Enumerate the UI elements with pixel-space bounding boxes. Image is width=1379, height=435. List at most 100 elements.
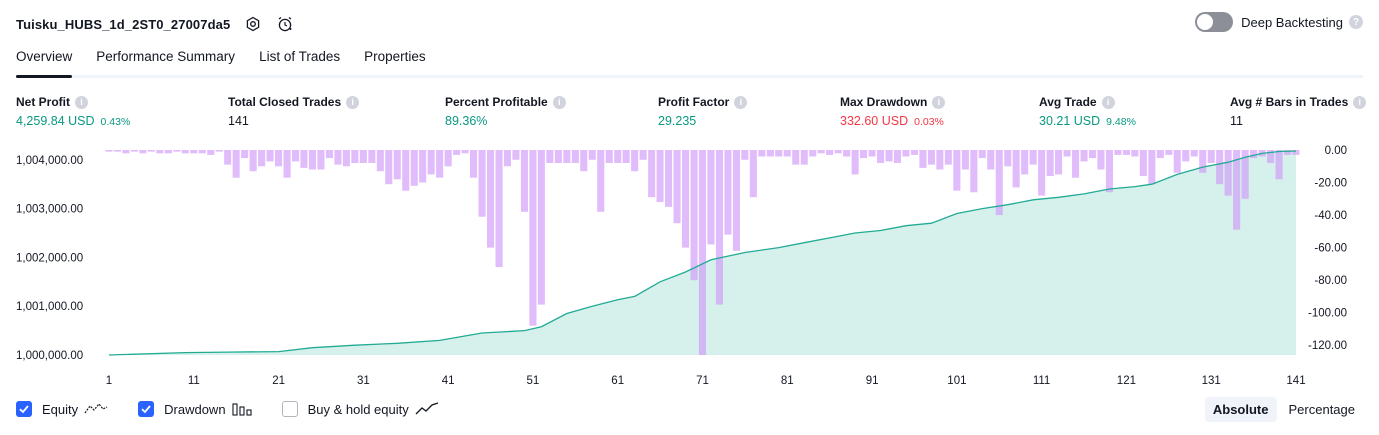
drawdown-bar [1233, 150, 1241, 230]
x-axis-tick-label: 51 [527, 375, 540, 387]
drawdown-bar [749, 150, 757, 198]
drawdown-bar [766, 150, 774, 157]
drawdown-bar [461, 150, 469, 154]
x-axis-tick-label: 111 [1033, 375, 1050, 387]
drawdown-bar [910, 150, 918, 155]
legend-drawdown[interactable]: Drawdown [138, 401, 252, 417]
drawdown-bar [792, 150, 800, 165]
drawdown-bar [122, 150, 130, 154]
drawdown-bar [113, 150, 121, 152]
drawdown-bar [1207, 150, 1215, 163]
drawdown-bar [190, 150, 198, 154]
drawdown-bar [1021, 150, 1029, 175]
drawdown-bar [1004, 150, 1012, 167]
drawdown-bar [1055, 150, 1063, 175]
equity-drawdown-chart: 1,004,000.00 1,003,000.00 1,002,000.00 1,00… [16, 145, 1347, 387]
x-axis-tick-label: 91 [866, 375, 879, 387]
legend-equity-label: Equity [42, 401, 79, 417]
drawdown-bar [1080, 150, 1088, 162]
drawdown-bar [902, 150, 910, 157]
equity-checkbox[interactable] [16, 401, 32, 417]
right-axis-tick-label: -100.00 [1308, 308, 1347, 320]
percentage-button[interactable]: Percentage [1281, 397, 1364, 422]
scale-switch: Absolute Percentage [1201, 397, 1363, 422]
drawdown-bar [1131, 150, 1139, 157]
legend-equity[interactable]: Equity [16, 401, 108, 417]
drawdown-bar [139, 150, 147, 154]
drawdown-bar [665, 150, 673, 207]
drawdown-bar [173, 150, 181, 152]
drawdown-bar [741, 150, 749, 160]
drawdown-bar [1063, 150, 1071, 157]
drawdown-checkbox[interactable] [138, 401, 155, 417]
x-axis-tick-label: 41 [442, 375, 455, 387]
drawdown-bar [563, 150, 571, 163]
drawdown-bar [622, 150, 630, 163]
drawdown-bar [334, 150, 342, 165]
drawdown-bar [826, 150, 834, 155]
x-axis-tick-label: 1 [106, 375, 112, 387]
x-axis-tick-label: 11 [188, 375, 200, 387]
right-axis-tick-label: -80.00 [1314, 275, 1347, 287]
drawdown-bar [554, 150, 562, 163]
legend-buy-hold[interactable]: Buy & hold equity [281, 401, 439, 417]
drawdown-bar [656, 150, 664, 203]
drawdown-bar [266, 150, 274, 162]
drawdown-bar [393, 150, 401, 180]
buy-hold-checkbox[interactable] [281, 401, 298, 417]
right-axis-tick-label: 0.00 [1325, 145, 1347, 157]
left-axis-tick-label: 1,003,000.00 [16, 204, 83, 216]
x-axis-tick-label: 131 [1202, 375, 1221, 387]
drawdown-bar [1156, 150, 1164, 159]
absolute-button[interactable]: Absolute [1204, 397, 1277, 422]
drawdown-bar [224, 150, 232, 165]
drawdown-bar [385, 150, 393, 185]
drawdown-bar [275, 150, 283, 167]
drawdown-bar [1046, 150, 1054, 176]
right-axis-tick-label: -20.00 [1314, 178, 1347, 190]
drawdown-bars-icon [232, 402, 252, 416]
drawdown-bar [156, 150, 164, 154]
drawdown-bar [232, 150, 240, 178]
drawdown-bar [936, 150, 944, 170]
drawdown-bar [512, 150, 520, 160]
legend-drawdown-label: Drawdown [164, 401, 226, 417]
drawdown-bar [885, 150, 893, 162]
right-axis-tick-label: -120.00 [1308, 340, 1347, 352]
drawdown-bar [758, 150, 766, 157]
drawdown-bar [639, 150, 647, 160]
left-axis-tick-label: 1,004,000.00 [16, 155, 83, 167]
drawdown-bar [1122, 150, 1130, 155]
drawdown-bar [308, 150, 316, 170]
drawdown-bar [605, 150, 613, 163]
drawdown-bar [817, 150, 825, 154]
drawdown-bar [927, 150, 935, 165]
drawdown-bar [673, 150, 681, 224]
drawdown-bar [436, 150, 444, 178]
drawdown-bar [283, 150, 291, 178]
drawdown-bar [419, 150, 427, 183]
drawdown-bar [198, 150, 206, 154]
drawdown-bar [478, 150, 486, 217]
drawdown-bar [181, 150, 189, 154]
drawdown-bar [597, 150, 605, 212]
drawdown-bar [1148, 150, 1156, 185]
drawdown-bar [834, 150, 842, 154]
drawdown-bar [444, 150, 452, 167]
drawdown-bar [978, 150, 986, 159]
drawdown-bar [537, 150, 545, 305]
drawdown-bar [1114, 150, 1122, 155]
drawdown-bar [715, 150, 723, 305]
equity-line-icon [84, 402, 108, 416]
drawdown-bar [1216, 150, 1224, 185]
drawdown-bar [775, 150, 783, 157]
drawdown-bar [1038, 150, 1046, 196]
drawdown-bar [1029, 150, 1037, 165]
right-axis-tick-label: -40.00 [1314, 210, 1347, 222]
drawdown-bar [868, 150, 876, 157]
drawdown-bar [147, 150, 155, 152]
drawdown-bar [300, 150, 308, 168]
x-axis-tick-label: 121 [1117, 375, 1136, 387]
x-axis-tick-label: 141 [1286, 375, 1305, 387]
drawdown-bar [1173, 150, 1181, 173]
